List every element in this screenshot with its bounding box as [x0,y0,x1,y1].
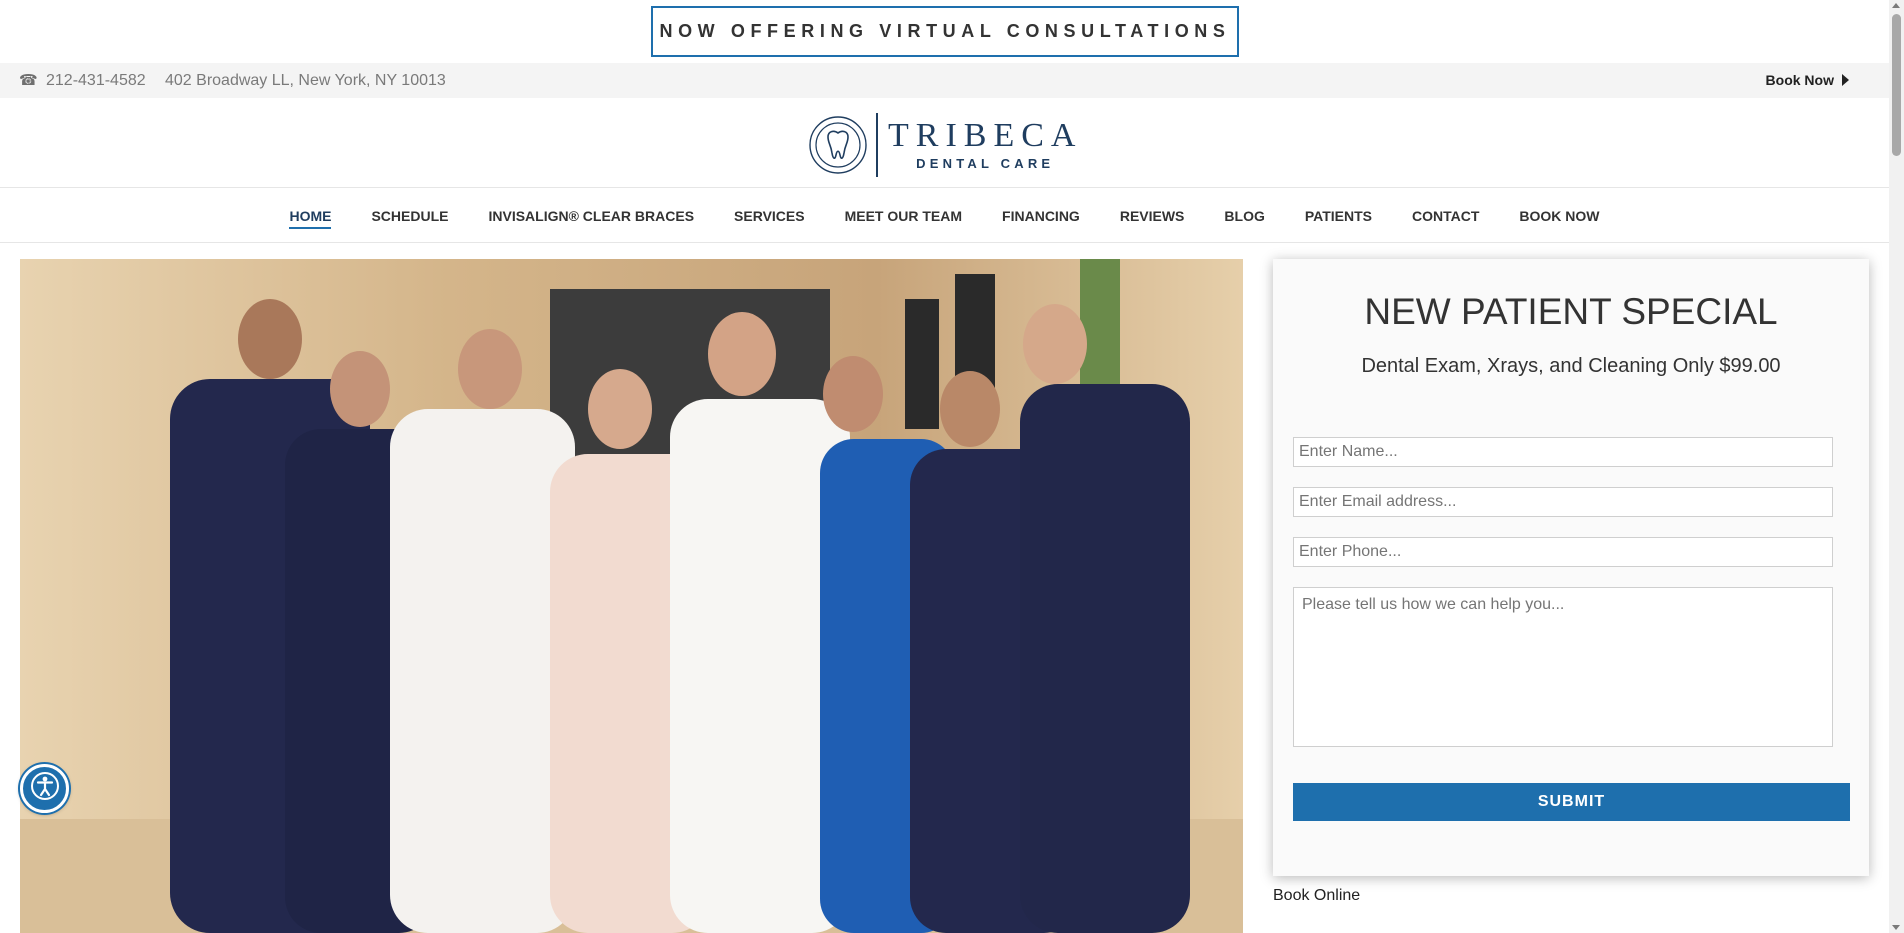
phone-number-link[interactable]: 212-431-4582 [46,72,146,90]
form-title: NEW PATIENT SPECIAL [1364,291,1778,332]
book-now-top-label: Book Now [1765,72,1834,88]
logo-wordmark: TRIBECA DENTAL CARE [888,118,1082,172]
nav-item-services[interactable]: SERVICES [734,189,805,243]
new-patient-form-card: NEW PATIENT SPECIAL Dental Exam, Xrays, … [1273,259,1869,876]
email-field[interactable] [1293,487,1833,517]
nav-item-blog[interactable]: BLOG [1224,189,1264,243]
nav-item-meet-our-team[interactable]: MEET OUR TEAM [845,189,962,243]
book-online-link[interactable]: Book Online [1273,887,1360,905]
phone-field[interactable] [1293,537,1833,567]
nav-item-home[interactable]: HOME [289,189,332,243]
nav-item-financing[interactable]: FINANCING [1002,189,1080,243]
scroll-up-arrow-icon[interactable] [1892,3,1900,8]
form-subtitle: Dental Exam, Xrays, and Cleaning Only $9… [1361,355,1781,377]
submit-button[interactable]: SUBMIT [1293,783,1850,821]
caret-right-icon [1842,74,1849,86]
nav-item-book-now[interactable]: BOOK NOW [1519,189,1599,243]
scrollbar-thumb[interactable] [1892,14,1901,156]
nav-item-invisalign[interactable]: INVISALIGN® CLEAR BRACES [488,189,694,243]
announcement-bar: NOW OFFERING VIRTUAL CONSULTATIONS [0,0,1889,63]
header-logo-area: TRIBECA DENTAL CARE [0,98,1889,188]
nav-item-reviews[interactable]: REVIEWS [1120,189,1185,243]
book-now-top-link[interactable]: Book Now [1766,72,1849,88]
nav-item-schedule[interactable]: SCHEDULE [371,189,448,243]
nav-item-contact[interactable]: CONTACT [1412,189,1479,243]
virtual-consultations-banner[interactable]: NOW OFFERING VIRTUAL CONSULTATIONS [651,6,1239,57]
address-text: 402 Broadway LL, New York, NY 10013 [165,72,446,89]
logo-divider [876,113,878,177]
top-info-bar: ☎ 212-431-4582 402 Broadway LL, New York… [0,63,1889,98]
logo-sub-text: DENTAL CARE [916,156,1055,171]
name-field[interactable] [1293,437,1833,467]
message-field[interactable] [1293,587,1833,747]
accessibility-icon [30,771,60,806]
site-logo[interactable]: TRIBECA DENTAL CARE [808,112,1082,178]
page-scrollbar[interactable] [1889,0,1904,933]
logo-main-text: TRIBECA [888,117,1083,154]
scroll-down-arrow-icon[interactable] [1892,925,1900,930]
team-photo [20,259,1243,933]
phone-icon: ☎ [19,72,38,89]
tooth-logo-icon [808,115,868,175]
accessibility-button[interactable] [20,764,69,813]
main-nav: HOME SCHEDULE INVISALIGN® CLEAR BRACES S… [0,189,1889,243]
nav-item-patients[interactable]: PATIENTS [1305,189,1372,243]
